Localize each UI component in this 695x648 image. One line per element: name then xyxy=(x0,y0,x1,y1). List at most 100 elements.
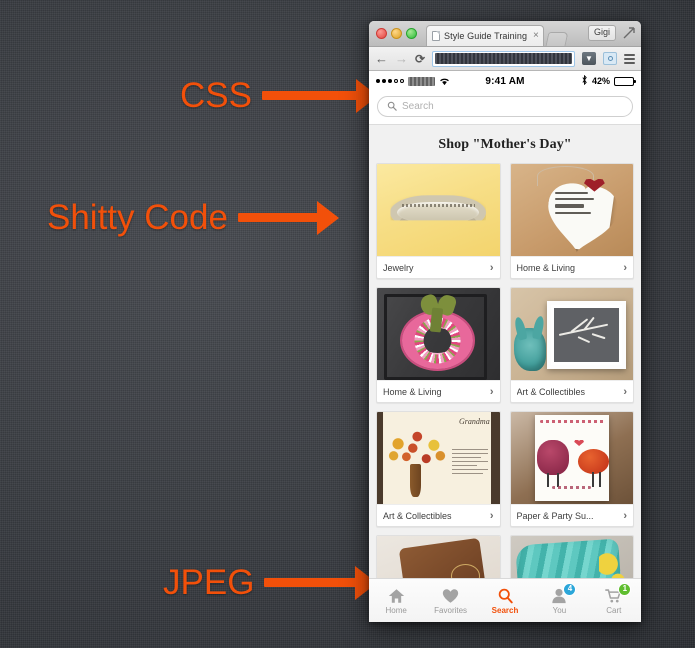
tab-search[interactable]: Search xyxy=(478,579,532,622)
category-image-home-living-wreath xyxy=(377,288,500,380)
wifi-icon xyxy=(439,77,450,86)
tab-home[interactable]: Home xyxy=(369,579,423,622)
browser-tabstrip: Style Guide Training × xyxy=(426,25,569,46)
back-button[interactable]: ← xyxy=(375,52,388,65)
page-icon xyxy=(432,31,440,41)
category-card-label: Home & Living › xyxy=(510,256,633,278)
tab-home-label: Home xyxy=(385,605,407,615)
category-label-text: Art & Collectibles xyxy=(516,386,586,397)
category-grid-scroll[interactable]: Jewelry › Home & Living › Home & Living … xyxy=(369,163,641,578)
search-bar-container: Search xyxy=(369,91,641,125)
profile-button[interactable]: Gigi xyxy=(587,25,616,41)
chevron-right-icon: › xyxy=(623,509,627,522)
category-image-home-living-heart xyxy=(510,164,633,256)
camera-icon[interactable] xyxy=(603,52,617,65)
search-placeholder: Search xyxy=(402,101,434,112)
search-icon xyxy=(387,98,397,116)
carrier-name xyxy=(408,76,435,86)
maximize-window-button[interactable] xyxy=(406,28,417,39)
close-icon[interactable]: × xyxy=(531,31,539,41)
annotation-jpeg: JPEG xyxy=(163,563,378,602)
hamburger-menu-icon[interactable] xyxy=(624,53,635,64)
tab-you[interactable]: 4 You xyxy=(532,579,586,622)
category-card-label: Art & Collectibles › xyxy=(510,380,633,402)
browser-tab[interactable]: Style Guide Training × xyxy=(426,25,544,46)
category-card[interactable]: Paper & Party Su... › xyxy=(509,411,634,527)
heart-icon xyxy=(442,587,459,605)
bottom-tab-bar: Home Favorites Search 4 You 1 Cart xyxy=(369,578,641,622)
annotation-shitty-code-label: Shitty Code xyxy=(47,198,228,237)
category-card[interactable]: Grandma Art & Collectibles › xyxy=(376,411,501,527)
chevron-right-icon: › xyxy=(489,509,494,522)
browser-window: Style Guide Training × Gigi ← → ⟳ ▼ 9:41… xyxy=(369,21,641,622)
category-label-text: Jewelry xyxy=(383,262,414,273)
cart-icon: 1 xyxy=(605,582,632,605)
home-icon xyxy=(388,587,405,605)
category-card[interactable]: Jewelry › xyxy=(376,163,501,279)
category-card-partial[interactable] xyxy=(509,535,634,578)
category-card-label: Paper & Party Su... › xyxy=(510,504,633,526)
status-bar-time: 9:41 AM xyxy=(485,75,525,87)
browser-toolbar: ← → ⟳ ▼ xyxy=(369,47,641,71)
mobile-app-viewport: 9:41 AM 42% Search Shop "Mother's Day" J… xyxy=(369,71,641,622)
search-icon xyxy=(497,587,514,605)
status-badge: 4 xyxy=(563,582,577,596)
category-card[interactable]: Art & Collectibles › xyxy=(509,287,634,403)
category-card[interactable]: Home & Living › xyxy=(509,163,634,279)
category-label-text: Paper & Party Su... xyxy=(516,510,594,521)
bluetooth-icon xyxy=(581,74,588,87)
status-badge: 1 xyxy=(618,582,632,596)
category-label-text: Home & Living xyxy=(383,386,442,397)
annotation-css-label: CSS xyxy=(180,76,252,115)
titlebar-right-group: Gigi xyxy=(587,25,635,41)
tab-cart[interactable]: 1 Cart xyxy=(587,579,641,622)
signal-strength-icon xyxy=(376,79,404,83)
forward-button[interactable]: → xyxy=(395,52,408,65)
tab-favorites[interactable]: Favorites xyxy=(423,579,477,622)
battery-icon xyxy=(614,76,636,86)
category-grid: Jewelry › Home & Living › Home & Living … xyxy=(376,163,634,578)
annotation-css: CSS xyxy=(180,78,378,113)
arrow-icon xyxy=(264,565,378,600)
minimize-window-button[interactable] xyxy=(391,28,402,39)
arrow-icon xyxy=(237,200,339,235)
category-card-partial[interactable] xyxy=(376,535,501,578)
category-card-label: Jewelry › xyxy=(377,256,500,278)
browser-tab-title: Style Guide Training xyxy=(444,31,528,41)
category-label-text: Art & Collectibles xyxy=(383,510,452,521)
category-card-label: Home & Living › xyxy=(377,380,500,402)
new-tab-icon[interactable] xyxy=(545,32,569,46)
ios-status-bar: 9:41 AM 42% xyxy=(369,71,641,91)
chevron-right-icon: › xyxy=(489,385,494,398)
chevron-right-icon: › xyxy=(623,261,627,274)
category-card[interactable]: Home & Living › xyxy=(376,287,501,403)
search-input[interactable]: Search xyxy=(377,96,633,117)
browser-titlebar: Style Guide Training × Gigi xyxy=(369,21,641,47)
category-image-partial-leather xyxy=(377,536,500,578)
person-icon: 4 xyxy=(551,582,577,605)
address-bar-value xyxy=(435,53,572,64)
close-window-button[interactable] xyxy=(376,28,387,39)
category-image-paper-party xyxy=(510,412,633,504)
category-image-art-collectibles-frame xyxy=(510,288,633,380)
annotation-jpeg-label: JPEG xyxy=(163,563,255,602)
fullscreen-icon[interactable] xyxy=(623,27,635,39)
tab-you-label: You xyxy=(552,605,567,615)
category-card-label: Art & Collectibles › xyxy=(377,504,500,526)
window-controls xyxy=(376,28,417,39)
category-image-partial-scarf xyxy=(510,536,633,578)
category-image-jewelry xyxy=(377,164,500,256)
tab-cart-label: Cart xyxy=(606,605,622,615)
battery-percent-label: 42% xyxy=(591,76,610,86)
downloads-icon[interactable]: ▼ xyxy=(582,52,596,65)
address-bar[interactable] xyxy=(432,50,575,67)
tab-search-label: Search xyxy=(491,605,519,615)
arrow-icon xyxy=(261,78,378,113)
reload-button[interactable]: ⟳ xyxy=(415,53,425,65)
category-label-text: Home & Living xyxy=(516,262,576,273)
page-title: Shop "Mother's Day" xyxy=(369,125,641,163)
annotation-shitty-code: Shitty Code xyxy=(47,200,339,235)
tab-favorites-label: Favorites xyxy=(434,605,468,615)
chevron-right-icon: › xyxy=(489,261,494,274)
category-image-art-collectibles-tree: Grandma xyxy=(377,412,500,504)
